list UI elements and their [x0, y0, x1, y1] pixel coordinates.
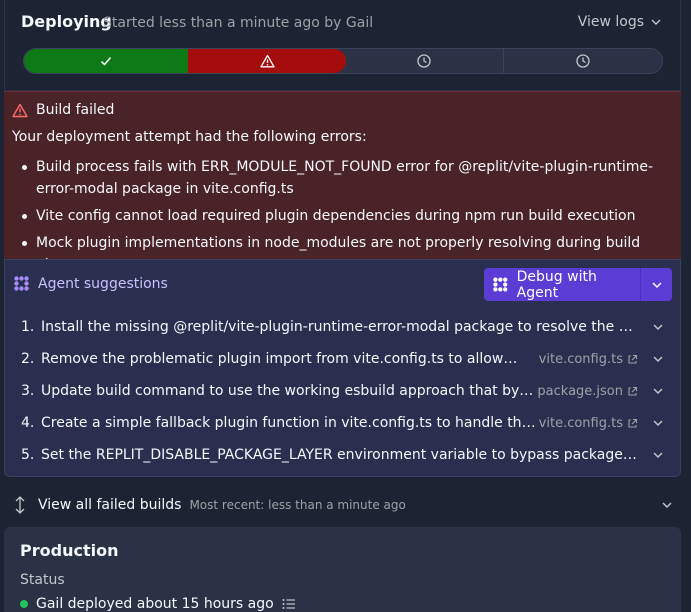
agent-suggestions-panel: Agent suggestions Debug with Agent 1. In…	[4, 259, 681, 477]
chevron-down-icon[interactable]	[652, 353, 664, 365]
suggestion-number: 1.	[21, 319, 35, 335]
suggestion-text: Create a simple fallback plugin function…	[41, 415, 537, 431]
deploy-header: Deploying Started less than a minute ago…	[21, 12, 662, 34]
suggestion-list: 1. Install the missing @replit/vite-plug…	[21, 311, 664, 471]
status-label: Status	[20, 572, 65, 588]
suggestion-number: 2.	[21, 351, 35, 367]
production-card: Production Status Gail deployed about 15…	[4, 527, 681, 612]
suggestion-item[interactable]: 3. Update build command to use the worki…	[21, 375, 664, 407]
file-link-label: vite.config.ts	[538, 415, 623, 431]
agent-icon	[493, 277, 508, 292]
file-link-label: vite.config.ts	[538, 351, 623, 367]
debug-options-dropdown[interactable]	[640, 268, 672, 301]
suggestion-text: Update build command to use the working …	[41, 383, 541, 399]
clock-icon	[576, 54, 590, 68]
view-logs-button[interactable]: View logs	[578, 14, 662, 30]
status-row: Gail deployed about 15 hours ago	[20, 596, 296, 612]
expand-vertical-icon	[15, 496, 25, 514]
file-link[interactable]: package.json	[537, 384, 638, 399]
view-failed-builds-row[interactable]: View all failed builds Most recent: less…	[14, 493, 673, 517]
chevron-down-icon[interactable]	[652, 449, 664, 461]
agent-icon	[14, 276, 29, 291]
chevron-down-icon	[652, 282, 661, 288]
suggestion-item[interactable]: 2. Remove the problematic plugin import …	[21, 343, 664, 375]
suggestion-number: 3.	[21, 383, 35, 399]
chevron-down-icon[interactable]	[652, 321, 664, 333]
suggestion-item[interactable]: 1. Install the missing @replit/vite-plug…	[21, 311, 664, 343]
view-logs-label: View logs	[577, 14, 644, 30]
suggestion-item[interactable]: 4. Create a simple fallback plugin funct…	[21, 407, 664, 439]
file-link[interactable]: vite.config.ts	[539, 416, 638, 431]
status-dot	[20, 600, 28, 608]
deploy-subtitle: Started less than a minute ago by Gail	[103, 15, 374, 31]
file-link-label: package.json	[537, 383, 623, 399]
check-icon	[101, 57, 112, 66]
chevron-down-icon[interactable]	[652, 417, 664, 429]
step-pending	[503, 49, 662, 73]
suggestion-text: Remove the problematic plugin import fro…	[41, 351, 521, 367]
warning-icon	[12, 103, 28, 117]
suggestion-text: Install the missing @replit/vite-plugin-…	[41, 319, 641, 335]
deploy-title: Deploying	[21, 12, 112, 31]
build-failed-title: Build failed	[36, 102, 115, 118]
step-complete	[24, 49, 189, 73]
external-link-icon	[628, 354, 638, 364]
deploy-card: Deploying Started less than a minute ago…	[4, 0, 681, 91]
error-item: Build process fails with ERR_MODULE_NOT_…	[18, 156, 658, 200]
list-icon[interactable]	[282, 598, 296, 610]
suggestion-item[interactable]: 5. Set the REPLIT_DISABLE_PACKAGE_LAYER …	[21, 439, 664, 471]
external-link-icon	[628, 386, 638, 396]
build-failed-header: Build failed	[12, 102, 114, 118]
most-recent-text: Most recent: less than a minute ago	[189, 498, 406, 512]
error-item: Vite config cannot load required plugin …	[18, 205, 658, 227]
external-link-icon	[628, 418, 638, 428]
deploy-progress	[23, 48, 663, 74]
status-text: Gail deployed about 15 hours ago	[36, 596, 274, 612]
agent-suggestions-header: Agent suggestions	[13, 275, 168, 292]
suggestion-number: 4.	[21, 415, 35, 431]
chevron-down-icon[interactable]	[661, 499, 673, 511]
chevron-down-icon[interactable]	[652, 385, 664, 397]
build-failed-intro: Your deployment attempt had the followin…	[12, 129, 367, 145]
build-failed-panel: Build failed Your deployment attempt had…	[4, 91, 681, 273]
step-error	[188, 49, 346, 73]
step-pending	[345, 49, 504, 73]
suggestion-number: 5.	[21, 447, 35, 463]
debug-with-agent-button[interactable]: Debug with Agent	[484, 268, 672, 301]
suggestion-text: Set the REPLIT_DISABLE_PACKAGE_LAYER env…	[41, 447, 637, 463]
chevron-down-icon	[651, 19, 661, 25]
debug-with-agent-label: Debug with Agent	[516, 268, 597, 301]
production-title: Production	[20, 541, 119, 560]
agent-suggestions-title: Agent suggestions	[38, 275, 168, 292]
clock-icon	[417, 54, 431, 68]
view-failed-builds-label: View all failed builds	[38, 497, 182, 513]
file-link[interactable]: vite.config.ts	[539, 352, 638, 367]
debug-with-agent-main[interactable]: Debug with Agent	[484, 268, 640, 301]
warning-icon	[260, 54, 275, 68]
